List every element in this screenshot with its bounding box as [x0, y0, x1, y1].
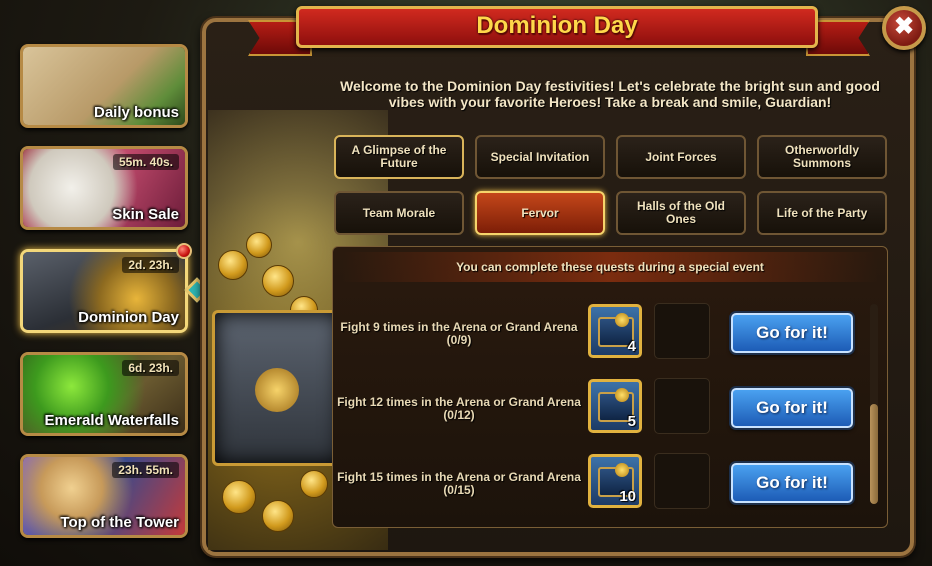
quest-progress: (0/9) — [446, 333, 472, 347]
tab-a-glimpse-of-the-future[interactable]: A Glimpse of the Future — [334, 135, 464, 179]
coin-icon — [222, 480, 256, 514]
reward-count: 4 — [627, 338, 636, 355]
go-for-it-button[interactable]: Go for it! — [731, 388, 853, 428]
quest-list-header: You can complete these quests during a s… — [342, 252, 878, 282]
quest-scrollbar-thumb[interactable] — [870, 404, 878, 504]
tab-team-morale[interactable]: Team Morale — [334, 191, 464, 235]
sidebar-item-timer: 55m. 40s. — [112, 154, 179, 170]
sidebar-item-timer: 23h. 55m. — [112, 462, 179, 478]
notification-dot-icon — [176, 243, 192, 259]
quest-description: Fight 9 times in the Arena or Grand Aren… — [334, 321, 584, 347]
tab-label: Special Invitation — [490, 149, 590, 164]
tab-label: Halls of the Old Ones — [636, 199, 725, 226]
tab-special-invitation[interactable]: Special Invitation — [475, 135, 605, 179]
coin-icon — [262, 265, 294, 297]
sidebar-item-top-of-the-tower[interactable]: 23h. 55m. Top of the Tower — [20, 454, 188, 538]
close-button[interactable]: ✖ — [882, 6, 926, 50]
sidebar-item-timer: 2d. 23h. — [122, 257, 179, 273]
empty-reward-slot — [654, 378, 710, 434]
gold-icon — [615, 313, 629, 327]
sidebar-item-label: Skin Sale — [112, 206, 179, 223]
welcome-text: Welcome to the Dominion Day festivities!… — [340, 78, 880, 110]
sidebar-item-label: Top of the Tower — [60, 514, 179, 531]
tab-halls-of-the-old-ones[interactable]: Halls of the Old Ones — [616, 191, 746, 235]
quest-progress: (0/12) — [443, 408, 475, 422]
tab-label: Otherworldly Summons — [784, 143, 859, 170]
go-for-it-button[interactable]: Go for it! — [731, 313, 853, 353]
treasure-chest-icon — [212, 310, 343, 466]
reward-item[interactable]: 5 — [588, 379, 642, 433]
sidebar-item-daily-bonus[interactable]: Daily bonus — [20, 44, 188, 128]
tab-otherworldly-summons[interactable]: Otherworldly Summons — [757, 135, 887, 179]
sidebar-item-label: Dominion Day — [78, 309, 179, 326]
reward-item[interactable]: 10 — [588, 454, 642, 508]
coin-icon — [300, 470, 328, 498]
tab-label: Fervor — [521, 205, 559, 220]
sidebar-item-timer: 6d. 23h. — [122, 360, 179, 376]
tab-label: Joint Forces — [645, 149, 717, 164]
gold-icon — [615, 463, 629, 477]
tab-label: A Glimpse of the Future — [351, 143, 447, 170]
sidebar-item-emerald-waterfalls[interactable]: 6d. 23h. Emerald Waterfalls — [20, 352, 188, 436]
sidebar-item-skin-sale[interactable]: 55m. 40s. Skin Sale — [20, 146, 188, 230]
sidebar-item-label: Emerald Waterfalls — [44, 412, 180, 429]
coin-icon — [218, 250, 248, 280]
page-title: Dominion Day — [476, 12, 638, 39]
coin-icon — [262, 500, 294, 532]
tab-life-of-the-party[interactable]: Life of the Party — [757, 191, 887, 235]
quest-progress: (0/15) — [443, 483, 475, 497]
empty-reward-slot — [654, 453, 710, 509]
reward-count: 10 — [619, 488, 636, 505]
tab-label: Team Morale — [362, 205, 436, 220]
sidebar-item-label: Daily bonus — [93, 104, 179, 121]
quest-description: Fight 15 times in the Arena or Grand Are… — [334, 471, 584, 497]
gold-icon — [615, 388, 629, 402]
quest-description: Fight 12 times in the Arena or Grand Are… — [334, 396, 584, 422]
reward-count: 5 — [627, 413, 636, 430]
tab-joint-forces[interactable]: Joint Forces — [616, 135, 746, 179]
reward-item[interactable]: 4 — [588, 304, 642, 358]
empty-reward-slot — [654, 303, 710, 359]
go-for-it-button[interactable]: Go for it! — [731, 463, 853, 503]
sidebar-item-dominion-day[interactable]: 2d. 23h. Dominion Day — [20, 249, 188, 333]
tab-fervor[interactable]: Fervor — [475, 191, 605, 235]
tab-label: Life of the Party — [776, 205, 868, 220]
coin-icon — [246, 232, 272, 258]
